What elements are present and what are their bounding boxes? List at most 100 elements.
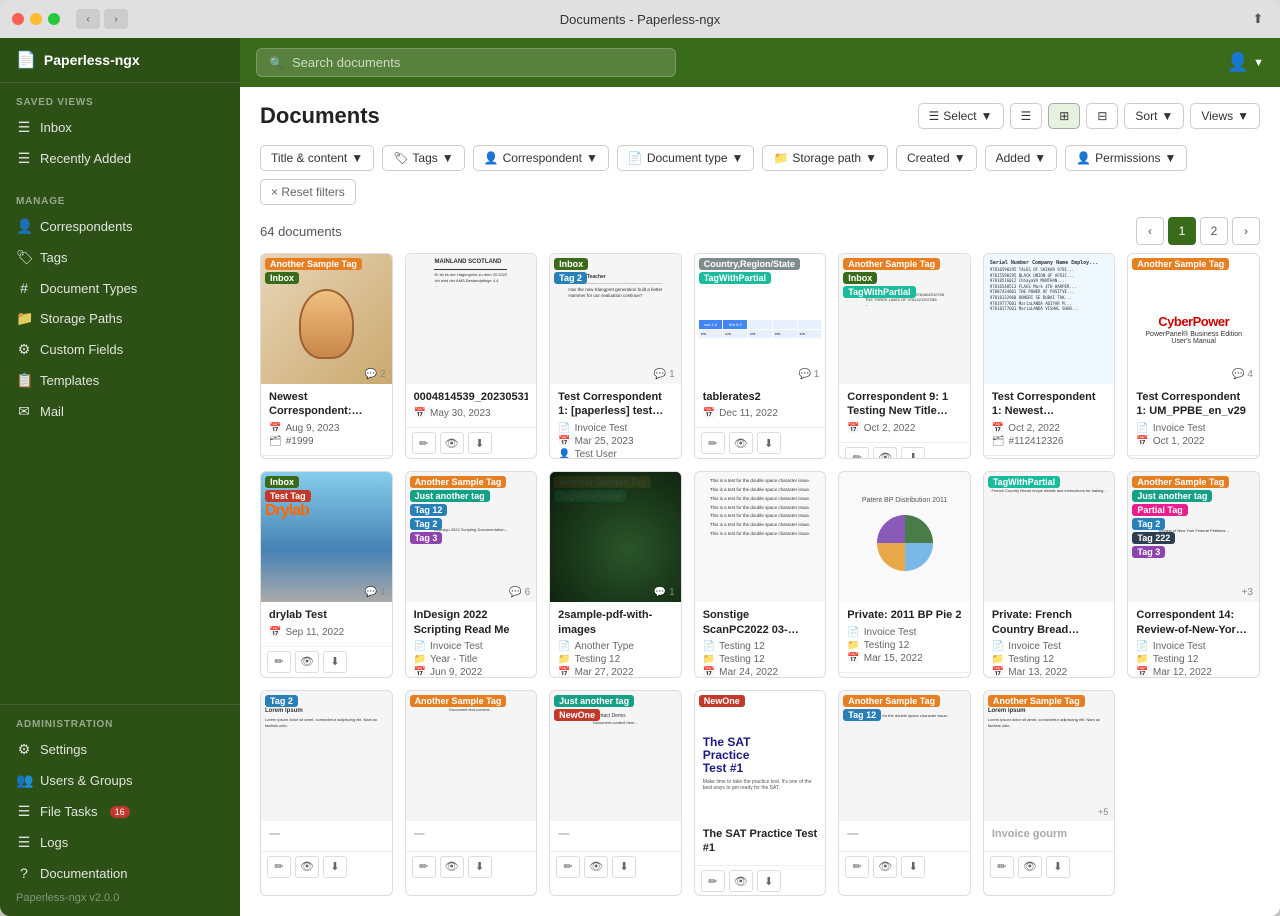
sidebar-item-inbox[interactable]: ☰ Inbox <box>0 112 240 143</box>
download-button-20[interactable]: ⬇ <box>1046 856 1070 878</box>
next-page-button[interactable]: › <box>1232 217 1260 245</box>
document-card-9[interactable]: Another Sample Tag Just another tag Tag … <box>405 471 538 677</box>
download-button-4[interactable]: ⬇ <box>757 432 781 454</box>
download-button-18[interactable]: ⬇ <box>757 870 781 892</box>
preview-button-8[interactable]: 👁 <box>295 651 319 673</box>
document-card-20[interactable]: Another Sample Tag Lorem ipsum Lorem ips… <box>983 690 1116 896</box>
reset-filters-button[interactable]: × Reset filters <box>260 179 356 205</box>
sidebar-item-document-types[interactable]: # Document Types <box>0 273 240 303</box>
preview-button-12[interactable]: 👁 <box>873 677 897 678</box>
preview-button-16[interactable]: 👁 <box>440 856 464 878</box>
document-card-4[interactable]: Country,Region/State TagWithPartial one.… <box>694 253 827 459</box>
page-2-button[interactable]: 2 <box>1200 217 1228 245</box>
grid-view-button[interactable]: ⊞ <box>1048 103 1080 129</box>
storage-path-filter[interactable]: 📁 Storage path ▼ <box>762 145 888 171</box>
document-card-1[interactable]: Another Sample Tag Inbox 💬 2 Newest Corr… <box>260 253 393 459</box>
sidebar-item-logs[interactable]: ☰ Logs <box>0 827 240 858</box>
document-card-2[interactable]: MAINLAND SCOTLAND Er ist es der Hagenpre… <box>405 253 538 459</box>
minimize-button[interactable] <box>30 13 42 25</box>
document-card-5[interactable]: Another Sample Tag Inbox TagWithPartial … <box>838 253 971 459</box>
download-button-12[interactable]: ⬇ <box>901 677 925 678</box>
doc-type-icon-11: 📄 <box>703 641 715 652</box>
edit-button-16[interactable]: ✏ <box>412 856 436 878</box>
sidebar-item-custom-fields[interactable]: ⚙ Custom Fields <box>0 334 240 365</box>
prev-page-button[interactable]: ‹ <box>1136 217 1164 245</box>
edit-button-2[interactable]: ✏ <box>412 432 436 454</box>
document-type-filter[interactable]: 📄 Document type ▼ <box>617 145 755 171</box>
document-card-8[interactable]: Inbox Test Tag Drylab 💬 1 drylab Test 📅 … <box>260 471 393 677</box>
search-box[interactable]: 🔍 <box>256 48 676 77</box>
sidebar-item-correspondents[interactable]: 👤 Correspondents <box>0 211 240 242</box>
search-input[interactable] <box>292 55 663 70</box>
document-card-7[interactable]: Another Sample Tag CyberPower PowerPanel… <box>1127 253 1260 459</box>
share-button[interactable]: ⬆ <box>1248 9 1268 29</box>
forward-button[interactable]: › <box>104 9 128 29</box>
document-card-11[interactable]: This is a test for the double space char… <box>694 471 827 677</box>
sidebar-item-recently-added[interactable]: ☰ Recently Added <box>0 143 240 174</box>
document-card-15[interactable]: Tag 2 Lorem ipsum Lorem ipsum dolor sit … <box>260 690 393 896</box>
sidebar-item-mail[interactable]: ✉ Mail <box>0 396 240 427</box>
large-grid-button[interactable]: ⊟ <box>1086 103 1118 129</box>
doc-info-12: Private: 2011 BP Pie 2 📄 Invoice Test 📁 … <box>839 602 970 671</box>
edit-button-17[interactable]: ✏ <box>556 856 580 878</box>
download-button-19[interactable]: ⬇ <box>901 856 925 878</box>
back-button[interactable]: ‹ <box>76 9 100 29</box>
preview-button-20[interactable]: 👁 <box>1018 856 1042 878</box>
created-filter[interactable]: Created ▼ <box>896 145 977 171</box>
document-card-10[interactable]: Another Sample Tag TagWithPartial 💬 1 2s… <box>549 471 682 677</box>
sort-button[interactable]: Sort ▼ <box>1124 103 1184 129</box>
title-content-filter[interactable]: Title & content ▼ <box>260 145 374 171</box>
document-card-16[interactable]: Another Sample Tag Document text content… <box>405 690 538 896</box>
preview-button-4[interactable]: 👁 <box>729 432 753 454</box>
list-view-button[interactable]: ☰ <box>1010 103 1043 129</box>
document-card-3[interactable]: Inbox Tag 2 Worker Teacher Has the new K… <box>549 253 682 459</box>
maximize-button[interactable] <box>48 13 60 25</box>
document-card-17[interactable]: Just another tag NewOne Contact Demo: Do… <box>549 690 682 896</box>
sidebar-item-users-groups[interactable]: 👥 Users & Groups <box>0 765 240 796</box>
document-card-12[interactable]: Patent BP Distribution 2011 Private: 201… <box>838 471 971 677</box>
edit-button-12[interactable]: ✏ <box>845 677 869 678</box>
preview-button-5[interactable]: 👁 <box>873 447 897 460</box>
edit-button-5[interactable]: ✏ <box>845 447 869 460</box>
doc-title-3: Test Correspondent 1: [paperless] test p… <box>558 390 673 419</box>
document-card-19[interactable]: Another Sample Tag Tag 12 This is a test… <box>838 690 971 896</box>
drylab-text: Drylab <box>265 502 309 520</box>
preview-button-15[interactable]: 👁 <box>295 856 319 878</box>
download-button-2[interactable]: ⬇ <box>468 432 492 454</box>
sidebar-item-file-tasks[interactable]: ☰ File Tasks 16 <box>0 796 240 827</box>
sidebar-item-templates[interactable]: 📋 Templates <box>0 365 240 396</box>
edit-button-4[interactable]: ✏ <box>701 432 725 454</box>
user-menu-button[interactable]: 👤 ▼ <box>1227 52 1264 73</box>
tags-filter[interactable]: 🏷 Tags ▼ <box>382 145 464 171</box>
close-button[interactable] <box>12 13 24 25</box>
document-card-14[interactable]: Another Sample Tag Just another tag Part… <box>1127 471 1260 677</box>
preview-button-17[interactable]: 👁 <box>584 856 608 878</box>
download-button-16[interactable]: ⬇ <box>468 856 492 878</box>
document-card-6[interactable]: Serial Number Company Name Employ... 978… <box>983 253 1116 459</box>
sidebar-item-storage-paths[interactable]: 📁 Storage Paths <box>0 303 240 334</box>
preview-button-2[interactable]: 👁 <box>440 432 464 454</box>
permissions-filter[interactable]: 👤 Permissions ▼ <box>1065 145 1187 171</box>
download-button-17[interactable]: ⬇ <box>612 856 636 878</box>
edit-button-19[interactable]: ✏ <box>845 856 869 878</box>
select-button[interactable]: ☰ Select ▼ <box>918 103 1004 129</box>
page-1-button[interactable]: 1 <box>1168 217 1196 245</box>
download-button-15[interactable]: ⬇ <box>323 856 347 878</box>
preview-button-19[interactable]: 👁 <box>873 856 897 878</box>
sidebar-item-documentation[interactable]: ? Documentation <box>0 858 240 888</box>
correspondents-label: Correspondents <box>40 219 133 234</box>
edit-button-20[interactable]: ✏ <box>990 856 1014 878</box>
sidebar-item-tags[interactable]: 🏷 Tags <box>0 242 240 273</box>
sidebar-item-settings[interactable]: ⚙ Settings <box>0 734 240 765</box>
document-card-13[interactable]: TagWithPartial French Country Bread reci… <box>983 471 1116 677</box>
edit-button-8[interactable]: ✏ <box>267 651 291 673</box>
document-card-18[interactable]: NewOne The SATPracticeTest #1 Make time … <box>694 690 827 896</box>
correspondent-filter[interactable]: 👤 Correspondent ▼ <box>473 145 609 171</box>
edit-button-18[interactable]: ✏ <box>701 870 725 892</box>
download-button-5[interactable]: ⬇ <box>901 447 925 460</box>
preview-button-18[interactable]: 👁 <box>729 870 753 892</box>
download-button-8[interactable]: ⬇ <box>323 651 347 673</box>
views-button[interactable]: Views ▼ <box>1190 103 1260 129</box>
edit-button-15[interactable]: ✏ <box>267 856 291 878</box>
added-filter[interactable]: Added ▼ <box>985 145 1058 171</box>
